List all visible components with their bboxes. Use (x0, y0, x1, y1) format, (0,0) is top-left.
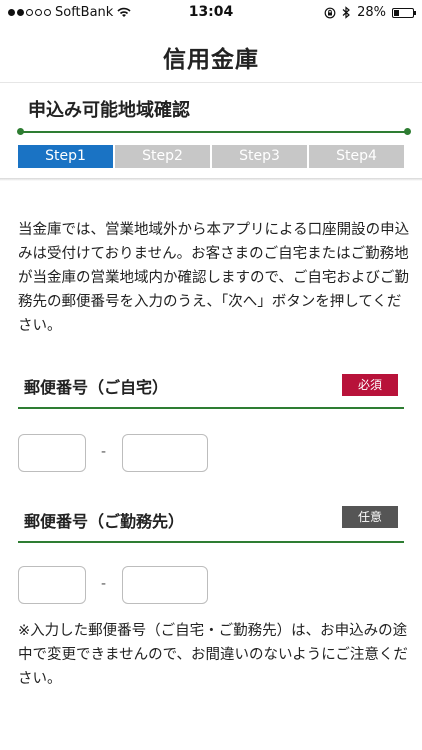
home-zip-second-input[interactable] (122, 434, 208, 472)
step-3: Step3 (212, 145, 307, 168)
rotation-lock-icon (324, 7, 336, 18)
home-zip-label: 郵便番号（ご自宅） (24, 378, 169, 397)
optional-badge: 任意 (342, 506, 398, 528)
bluetooth-icon (342, 6, 351, 19)
app-title: 信用金庫 (163, 47, 259, 73)
work-zip-label: 郵便番号（ご勤務先） (24, 512, 185, 531)
work-zip-second-input[interactable] (122, 566, 208, 604)
step-2: Step2 (115, 145, 210, 168)
status-bar: SoftBank 13:04 28% (0, 0, 422, 26)
home-zip-separator: - (101, 444, 107, 460)
progress-end-dot (404, 128, 411, 135)
battery-percent: 28% (357, 5, 386, 20)
step-indicator: Step1 Step2 Step3 Step4 (18, 145, 404, 168)
home-zip-first-input[interactable] (18, 434, 86, 472)
nav-bar: 信用金庫 (0, 26, 422, 83)
required-badge: 必須 (342, 374, 398, 396)
progress-line (20, 131, 408, 133)
step-4: Step4 (309, 145, 404, 168)
zip-note-text: ※入力した郵便番号（ご自宅・ご勤務先）は、お申込みの途中で変更できませんので、お… (18, 623, 408, 687)
header-divider (0, 178, 422, 181)
step-1: Step1 (18, 145, 113, 168)
work-zip-first-input[interactable] (18, 566, 86, 604)
home-zip-underline (18, 407, 404, 409)
progress-start-dot (17, 128, 24, 135)
work-zip-underline (18, 541, 404, 543)
intro-text: 当金庫では、営業地域外から本アプリによる口座開設の申込みは受付けておりません。お… (18, 222, 410, 334)
work-zip-separator: - (101, 576, 107, 592)
page-title: 申込み可能地域確認 (28, 100, 190, 121)
battery-icon (392, 7, 416, 18)
status-right: 28% (324, 5, 416, 20)
